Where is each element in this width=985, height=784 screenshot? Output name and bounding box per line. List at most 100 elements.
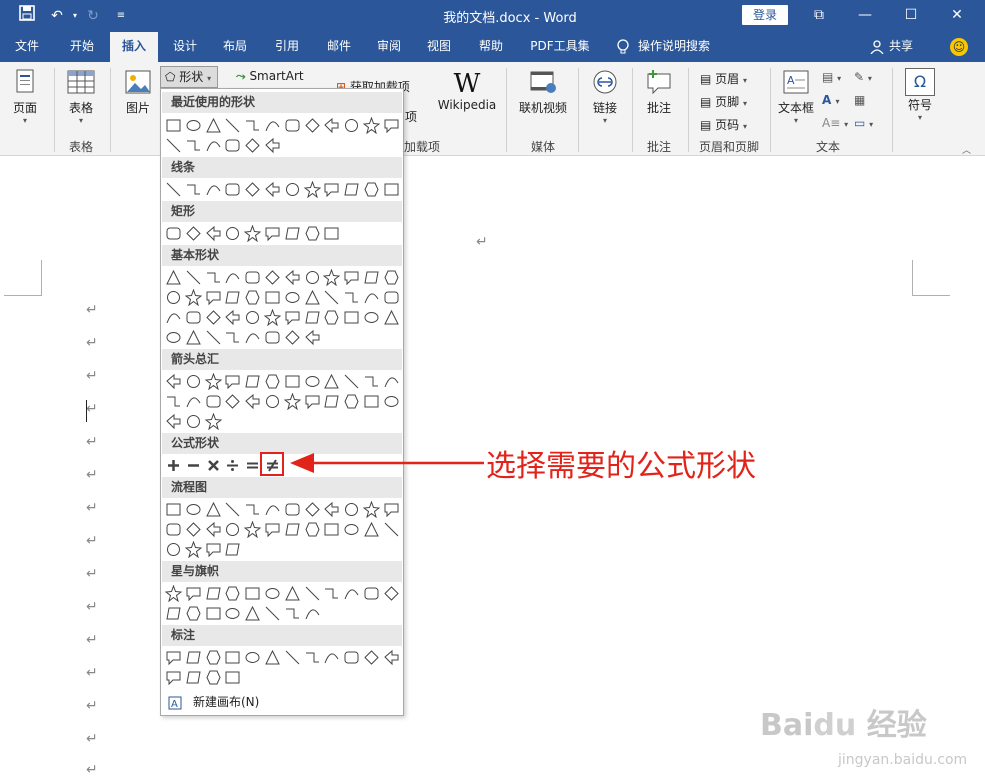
shape-item[interactable] <box>264 269 281 286</box>
shape-item[interactable] <box>205 329 222 346</box>
shape-item[interactable] <box>165 225 182 242</box>
shape-item[interactable] <box>224 373 241 390</box>
shape-item[interactable] <box>304 225 321 242</box>
minimize-icon[interactable]: — <box>842 0 888 32</box>
shape-item[interactable] <box>323 269 341 286</box>
shape-item[interactable] <box>264 373 281 390</box>
shape-item[interactable] <box>244 605 261 622</box>
shape-item[interactable] <box>165 669 182 686</box>
link-button[interactable]: 链接 ▾ <box>584 68 626 125</box>
shape-item[interactable] <box>185 605 202 622</box>
shape-item[interactable] <box>284 521 301 538</box>
shape-item[interactable] <box>244 585 261 602</box>
drop-cap-icon[interactable]: A≡ ▾ <box>822 116 848 130</box>
tab-view[interactable]: 视图 <box>416 32 462 62</box>
shape-item[interactable] <box>363 117 380 134</box>
maximize-icon[interactable]: ☐ <box>888 0 934 32</box>
shape-item[interactable] <box>185 413 202 430</box>
shape-item[interactable] <box>185 373 202 390</box>
shape-item[interactable] <box>224 501 241 518</box>
shape-item[interactable] <box>383 289 400 306</box>
tab-pdf-tools[interactable]: PDF工具集 <box>520 32 600 62</box>
shape-item[interactable] <box>205 269 222 286</box>
shape-item[interactable] <box>304 289 321 306</box>
shape-item[interactable] <box>323 585 340 602</box>
ribbon-display-options-icon[interactable]: ⧉ <box>796 0 842 32</box>
shape-item[interactable] <box>224 605 241 622</box>
equation-divide[interactable] <box>224 457 241 474</box>
shape-item[interactable] <box>304 521 321 538</box>
shape-item[interactable] <box>185 269 202 286</box>
shape-item[interactable] <box>244 649 261 666</box>
shape-item[interactable] <box>205 501 222 518</box>
shape-item[interactable] <box>363 585 380 602</box>
shape-item[interactable] <box>264 605 281 622</box>
shape-item[interactable] <box>363 393 380 410</box>
shape-item[interactable] <box>284 309 301 326</box>
quick-parts-icon[interactable]: ▤ ▾ <box>822 70 841 84</box>
shape-item[interactable] <box>383 393 400 410</box>
shape-item[interactable] <box>244 373 261 390</box>
shape-item[interactable] <box>224 393 241 410</box>
shape-item[interactable] <box>343 373 360 390</box>
new-comment-button[interactable]: 批注 <box>638 68 680 116</box>
equation-minus[interactable] <box>185 457 202 474</box>
date-time-icon[interactable]: ▦ <box>854 93 865 107</box>
login-button[interactable]: 登录 <box>742 5 788 25</box>
shape-item[interactable] <box>205 605 222 622</box>
pages-button[interactable]: 页面 ▾ <box>6 68 44 125</box>
shape-item[interactable] <box>205 585 222 602</box>
shape-item[interactable] <box>205 289 222 306</box>
shape-item[interactable] <box>284 649 301 666</box>
shape-item[interactable] <box>224 269 241 286</box>
shape-item[interactable] <box>224 669 241 686</box>
shape-item[interactable] <box>185 393 202 410</box>
shape-item[interactable] <box>343 393 360 410</box>
shape-item[interactable] <box>205 137 222 154</box>
tab-home[interactable]: 开始 <box>56 32 108 62</box>
shape-item[interactable] <box>244 393 261 410</box>
tab-mailings[interactable]: 邮件 <box>316 32 362 62</box>
shape-item[interactable] <box>224 309 241 326</box>
shape-item[interactable] <box>383 373 400 390</box>
tab-insert[interactable]: 插入 <box>110 32 158 62</box>
shapes-button[interactable]: ⬠ 形状 ▾ <box>160 66 218 88</box>
shape-item[interactable] <box>165 585 182 602</box>
shape-item[interactable] <box>284 269 301 286</box>
textbox-button[interactable]: A 文本框 ▾ <box>776 68 816 125</box>
shape-item[interactable] <box>185 521 202 538</box>
shape-item[interactable] <box>304 649 321 666</box>
shape-item[interactable] <box>185 501 202 518</box>
shape-item[interactable] <box>343 269 360 286</box>
shape-item[interactable] <box>304 269 321 286</box>
shape-item[interactable] <box>204 373 222 390</box>
shape-item[interactable] <box>363 373 380 390</box>
save-icon[interactable] <box>16 5 38 27</box>
shape-item[interactable] <box>205 181 222 198</box>
shape-item[interactable] <box>224 521 241 538</box>
shape-item[interactable] <box>264 329 281 346</box>
shape-item[interactable] <box>224 117 241 134</box>
shape-item[interactable] <box>184 289 202 306</box>
redo-icon[interactable]: ↻ <box>82 5 104 27</box>
shape-item[interactable] <box>323 289 340 306</box>
shape-item[interactable] <box>185 117 202 134</box>
shape-item[interactable] <box>204 413 222 430</box>
shape-item[interactable] <box>205 649 222 666</box>
shape-item[interactable] <box>224 225 241 242</box>
shape-item[interactable] <box>244 329 261 346</box>
shape-item[interactable] <box>323 373 340 390</box>
equation-equal[interactable] <box>244 457 261 474</box>
shape-item[interactable] <box>383 649 400 666</box>
shape-item[interactable] <box>323 521 340 538</box>
shape-item[interactable] <box>165 413 182 430</box>
shape-item[interactable] <box>264 521 281 538</box>
shape-item[interactable] <box>264 225 281 242</box>
object-icon[interactable]: ▭ ▾ <box>854 116 873 130</box>
shape-item[interactable] <box>264 117 281 134</box>
shape-item[interactable] <box>343 117 360 134</box>
tab-file[interactable]: 文件 <box>2 32 52 62</box>
tab-layout[interactable]: 布局 <box>212 32 258 62</box>
shape-item[interactable] <box>304 605 321 622</box>
shape-item[interactable] <box>224 649 241 666</box>
